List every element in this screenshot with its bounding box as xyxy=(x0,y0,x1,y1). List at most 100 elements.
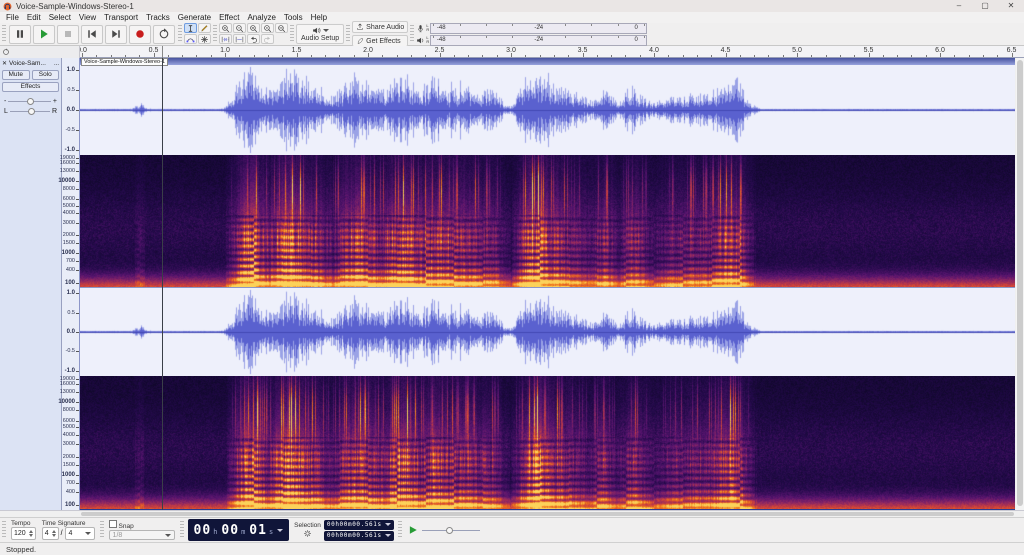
audio-setup-label: Audio Setup xyxy=(301,35,339,42)
ruler-tick xyxy=(754,55,755,57)
tempo-down-icon[interactable] xyxy=(29,534,33,537)
spectrogram-left-channel[interactable] xyxy=(80,155,1015,288)
zoom-selection-button[interactable] xyxy=(247,23,260,33)
envelope-tool-button[interactable] xyxy=(184,34,197,44)
ruler-tick xyxy=(268,55,269,57)
effects-button[interactable]: Effects xyxy=(2,82,59,92)
menu-transport[interactable]: Transport xyxy=(100,12,142,23)
horizontal-scrollbar-thumb[interactable] xyxy=(81,512,1014,516)
gear-icon[interactable] xyxy=(303,529,312,538)
audio-setup-button[interactable]: Audio Setup xyxy=(296,24,344,44)
selection-tool-icon xyxy=(186,24,195,33)
zoom-in-button[interactable] xyxy=(219,23,232,33)
trim-outside-selection-button[interactable] xyxy=(219,34,232,44)
clip-header[interactable]: Voice-Sample-Windows-Stereo-1 xyxy=(80,58,1015,65)
gain-slider[interactable]: - + xyxy=(0,96,61,106)
skip-to-start-button[interactable] xyxy=(81,25,103,44)
track-menu-icon[interactable]: ... xyxy=(54,61,59,67)
snap-toolbar-grip[interactable] xyxy=(100,521,104,539)
loop-button[interactable] xyxy=(153,25,175,44)
playback-meter[interactable]: LR -48-240 xyxy=(416,35,647,46)
timeline-options[interactable] xyxy=(0,46,80,58)
stop-button[interactable] xyxy=(57,25,79,44)
play-button[interactable] xyxy=(33,25,55,44)
play-at-speed-grip[interactable] xyxy=(398,521,402,539)
skip-to-end-button[interactable] xyxy=(105,25,127,44)
play-speed-thumb[interactable] xyxy=(446,527,453,534)
menu-edit[interactable]: Edit xyxy=(23,12,45,23)
pan-slider[interactable]: L R xyxy=(0,106,61,116)
record-button[interactable] xyxy=(129,25,151,44)
menu-analyze[interactable]: Analyze xyxy=(243,12,279,23)
time-digit-group[interactable]: 00 xyxy=(194,523,212,538)
beats-down-icon[interactable] xyxy=(52,534,56,537)
share-toolbar-grip[interactable] xyxy=(346,25,350,43)
zoom-out-icon xyxy=(235,24,244,33)
share-audio-button[interactable]: Share Audio xyxy=(352,21,408,33)
vertical-scrollbar-thumb[interactable] xyxy=(1017,60,1023,506)
snap-mode-select[interactable]: 1/8 xyxy=(109,530,175,540)
freq-label: 8000 xyxy=(63,407,75,413)
recording-meter[interactable]: LR -48-240 xyxy=(416,23,647,34)
vertical-scale-ruler[interactable]: 1.00.50.0-0.5-1.019000160001300010000800… xyxy=(62,58,80,510)
selection-end-field[interactable]: 00h00m00.561s xyxy=(324,531,394,541)
tempo-input[interactable]: 120 xyxy=(11,527,36,540)
time-toolbar-grip[interactable] xyxy=(2,521,6,539)
menu-help[interactable]: Help xyxy=(307,12,331,23)
snap-checkbox[interactable]: Snap xyxy=(109,520,175,530)
snap-checkbox-box[interactable] xyxy=(109,520,117,528)
menu-view[interactable]: View xyxy=(75,12,100,23)
play-speed-slider[interactable] xyxy=(422,530,480,531)
tempo-up-icon[interactable] xyxy=(29,530,33,533)
silence-selection-button[interactable] xyxy=(233,34,246,44)
multi-tool-button[interactable] xyxy=(198,34,211,44)
audio-position-display[interactable]: 00h00m01s xyxy=(188,519,290,541)
menu-file[interactable]: File xyxy=(2,12,23,23)
beats-input[interactable]: 4 xyxy=(42,527,59,540)
time-signature-label: Time Signature xyxy=(42,520,95,527)
solo-button[interactable]: Solo xyxy=(32,70,60,80)
selection-start-field[interactable]: 00h00m00.561s xyxy=(324,520,394,530)
draw-tool-button[interactable] xyxy=(198,23,211,33)
time-digit-group[interactable]: 01 xyxy=(249,523,267,538)
clip-name[interactable]: Voice-Sample-Windows-Stereo-1 xyxy=(81,58,168,66)
minimize-button[interactable]: – xyxy=(946,0,972,12)
zoom-in-icon xyxy=(221,24,230,33)
meter-toolbar-grip[interactable] xyxy=(410,25,414,43)
selection-tool-button[interactable] xyxy=(184,23,197,33)
menu-generate[interactable]: Generate xyxy=(174,12,215,23)
ruler-tick xyxy=(96,55,97,57)
fit-project-button[interactable] xyxy=(275,23,288,33)
gain-slider-thumb[interactable] xyxy=(27,98,34,105)
close-button[interactable]: ✕ xyxy=(998,0,1024,12)
pause-button[interactable] xyxy=(9,25,31,44)
undo-button[interactable] xyxy=(247,34,260,44)
menu-select[interactable]: Select xyxy=(45,12,75,23)
edit-toolbar-grip[interactable] xyxy=(213,25,217,43)
redo-button[interactable] xyxy=(261,34,274,44)
beats-up-icon[interactable] xyxy=(52,530,56,533)
spectrogram-right-channel[interactable] xyxy=(80,376,1015,510)
track-name[interactable]: Voice-Sam... xyxy=(9,60,46,67)
menu-effect[interactable]: Effect xyxy=(215,12,243,23)
timeline-ruler[interactable]: 0.00.51.01.52.02.53.03.54.04.55.05.56.06… xyxy=(0,46,1024,58)
transport-toolbar-grip[interactable] xyxy=(2,25,6,43)
track-close-icon[interactable]: ✕ xyxy=(2,60,7,67)
beat-unit-select[interactable]: 4 xyxy=(65,527,95,540)
audio-setup-grip[interactable] xyxy=(290,25,294,43)
maximize-button[interactable]: ▢ xyxy=(972,0,998,12)
title-bar: Voice-Sample-Windows-Stereo-1 – ▢ ✕ xyxy=(0,0,1024,12)
waveform-right-channel[interactable] xyxy=(80,288,1015,376)
time-digit-group[interactable]: 00 xyxy=(221,523,239,538)
pan-slider-thumb[interactable] xyxy=(28,108,35,115)
play-at-speed-button[interactable] xyxy=(408,525,418,535)
zoom-out-button[interactable] xyxy=(233,23,246,33)
menu-tracks[interactable]: Tracks xyxy=(142,12,174,23)
tools-toolbar-grip[interactable] xyxy=(178,25,182,43)
menu-tools[interactable]: Tools xyxy=(280,12,307,23)
waveform-left-channel[interactable] xyxy=(80,65,1015,155)
gain-min-label: - xyxy=(4,98,6,105)
time-display-grip[interactable] xyxy=(180,521,184,539)
zoom-toggle-button[interactable] xyxy=(261,23,274,33)
mute-button[interactable]: Mute xyxy=(2,70,30,80)
